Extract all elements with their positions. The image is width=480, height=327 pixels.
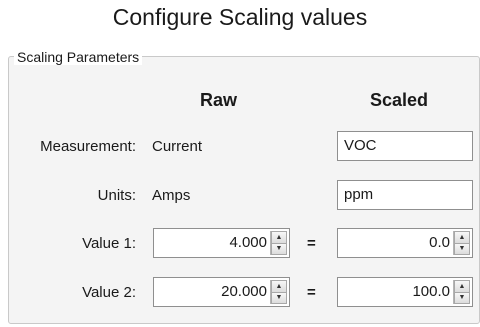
dialog-title: Configure Scaling values <box>112 4 368 30</box>
value1-scaled-value[interactable]: 0.0 <box>338 229 453 257</box>
spin-up-icon[interactable]: ▲ <box>271 280 287 293</box>
value2-scaled-value[interactable]: 100.0 <box>338 278 453 306</box>
value1-label: Value 1: <box>82 235 136 252</box>
spin-up-icon[interactable]: ▲ <box>271 231 287 244</box>
value2-scaled-spinbox[interactable]: 100.0 ▲ ▼ <box>337 277 473 307</box>
value1-equals: = <box>307 235 316 252</box>
value2-raw-spinbox[interactable]: 20.000 ▲ ▼ <box>153 277 290 307</box>
units-raw-value: Amps <box>152 187 191 204</box>
value2-equals: = <box>307 284 316 301</box>
value2-raw-value[interactable]: 20.000 <box>154 278 270 306</box>
measurement-label: Measurement: <box>40 138 136 155</box>
value1-scaled-spinbox[interactable]: 0.0 ▲ ▼ <box>337 228 473 258</box>
measurement-raw-value: Current <box>152 138 203 155</box>
measurement-scaled-input[interactable]: VOC <box>337 131 473 161</box>
spin-up-icon[interactable]: ▲ <box>454 280 470 293</box>
value1-raw-value[interactable]: 4.000 <box>154 229 270 257</box>
spin-down-icon[interactable]: ▼ <box>454 292 470 304</box>
spin-up-icon[interactable]: ▲ <box>454 231 470 244</box>
scaled-column-header: Scaled <box>370 90 429 110</box>
spin-down-icon[interactable]: ▼ <box>454 243 470 255</box>
units-scaled-input[interactable]: ppm <box>337 180 473 210</box>
spin-down-icon[interactable]: ▼ <box>271 243 287 255</box>
value2-label: Value 2: <box>82 284 136 301</box>
group-title: Scaling Parameters <box>14 49 143 65</box>
spin-down-icon[interactable]: ▼ <box>271 292 287 304</box>
value1-raw-spinbox[interactable]: 4.000 ▲ ▼ <box>153 228 290 258</box>
raw-column-header: Raw <box>200 90 238 110</box>
units-label: Units: <box>97 187 136 204</box>
